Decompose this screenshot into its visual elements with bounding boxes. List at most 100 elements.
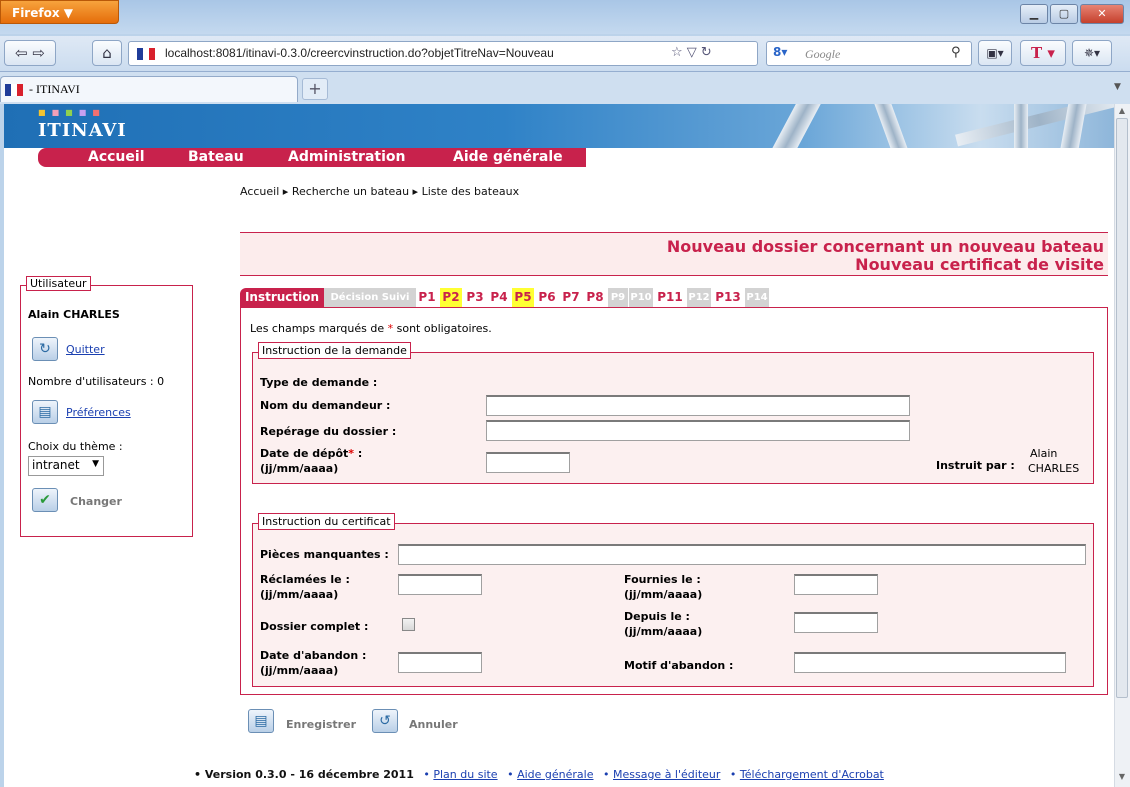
main-menu: Accueil Bateau Administration Aide génér… xyxy=(38,148,586,167)
menu-accueil[interactable]: Accueil xyxy=(88,149,145,165)
date-abandon-input[interactable] xyxy=(398,652,482,673)
tab-p4[interactable]: P4 xyxy=(488,288,510,307)
footer-link-message[interactable]: Message à l'éditeur xyxy=(613,768,720,781)
cancel-icon[interactable]: ↺ xyxy=(372,709,398,733)
motif-abandon-input[interactable] xyxy=(794,652,1066,673)
save-button[interactable]: Enregistrer xyxy=(286,718,356,731)
fournies-le-label: Fournies le : (jj/mm/aaaa) xyxy=(624,572,702,602)
tab-instruction[interactable]: Instruction xyxy=(240,288,324,307)
tab-p7[interactable]: P7 xyxy=(560,288,582,307)
window-titlebar xyxy=(0,0,1130,34)
footer-bullet: • xyxy=(423,768,430,781)
tab-p12[interactable]: P12 xyxy=(687,288,711,307)
depuis-le-input[interactable] xyxy=(794,612,878,633)
reperage-dossier-label: Repérage du dossier : xyxy=(260,425,397,438)
date-depot-input[interactable] xyxy=(486,452,570,473)
footer-bullet: • xyxy=(507,768,514,781)
tab-p1[interactable]: P1 xyxy=(416,288,438,307)
bookmarks-icon[interactable]: ▣▾ xyxy=(978,40,1012,66)
back-forward-icon[interactable]: ⇦ ⇨ xyxy=(4,40,56,66)
nom-demandeur-input[interactable] xyxy=(486,395,910,416)
dossier-complet-checkbox[interactable] xyxy=(402,618,415,631)
footer-bullet: • xyxy=(729,768,737,781)
tab-p11[interactable]: P11 xyxy=(655,288,685,307)
menu-bateau[interactable]: Bateau xyxy=(188,149,244,165)
browser-tab-itinavi[interactable]: - ITINAVI xyxy=(0,76,298,102)
tab-p9[interactable]: P9 xyxy=(608,288,628,307)
addon-t-icon[interactable]: T ▾ xyxy=(1020,40,1066,66)
quit-icon[interactable]: ↻ xyxy=(32,337,58,361)
required-star: * xyxy=(387,322,394,335)
banner-pipe-image xyxy=(955,104,1114,147)
motif-abandon-label: Motif d'abandon : xyxy=(624,659,734,672)
required-note-text: Les champs marqués de xyxy=(250,322,385,335)
cancel-button[interactable]: Annuler xyxy=(409,718,458,731)
preferences-link[interactable]: Préférences xyxy=(66,406,131,419)
breadcrumb-accueil[interactable]: Accueil xyxy=(240,185,279,198)
user-panel-legend: Utilisateur xyxy=(26,276,91,291)
tab-p14[interactable]: P14 xyxy=(745,288,769,307)
tab-p6[interactable]: P6 xyxy=(536,288,558,307)
required-fields-note: Les champs marqués de * sont obligatoire… xyxy=(250,322,492,335)
user-name: Alain CHARLES xyxy=(28,308,120,321)
new-tab-button[interactable]: + xyxy=(302,78,328,100)
page-subtitle: Nouveau certificat de visite xyxy=(855,255,1104,274)
page-content: ■■■■■ ITINAVI Accueil Bateau Administrat… xyxy=(4,104,1114,787)
required-note-text: sont obligatoires. xyxy=(396,322,492,335)
tab-p2[interactable]: P2 xyxy=(440,288,462,307)
minimize-icon[interactable]: ▁ xyxy=(1020,4,1048,24)
reclamees-le-input[interactable] xyxy=(398,574,482,595)
breadcrumb-recherche[interactable]: Recherche un bateau xyxy=(292,185,409,198)
depuis-le-text: Depuis le : xyxy=(624,610,690,623)
banner-pipe-image xyxy=(1014,104,1028,148)
tab-list-chevron-icon[interactable]: ▼ xyxy=(1114,82,1121,92)
menu-administration[interactable]: Administration xyxy=(288,149,405,165)
fieldset-demande-legend: Instruction de la demande xyxy=(258,342,411,359)
url-text[interactable]: localhost:8081/itinavi-0.3.0/creercvinst… xyxy=(165,46,554,60)
breadcrumb-liste[interactable]: Liste des bateaux xyxy=(422,185,520,198)
scroll-down-icon[interactable]: ▼ xyxy=(1116,772,1128,781)
change-theme-button[interactable]: Changer xyxy=(70,495,122,508)
quit-link[interactable]: Quitter xyxy=(66,343,105,356)
footer-link-aide[interactable]: Aide générale xyxy=(517,768,593,781)
footer-link-plan[interactable]: Plan du site xyxy=(433,768,497,781)
change-theme-icon[interactable]: ✔ xyxy=(32,488,58,512)
pieces-manquantes-input[interactable] xyxy=(398,544,1086,565)
date-format-hint: (jj/mm/aaaa) xyxy=(260,588,339,601)
tab-p5[interactable]: P5 xyxy=(512,288,534,307)
fournies-le-input[interactable] xyxy=(794,574,878,595)
menu-aide-generale[interactable]: Aide générale xyxy=(453,149,563,165)
site-logo[interactable]: ITINAVI xyxy=(38,120,127,141)
tab-p8[interactable]: P8 xyxy=(584,288,606,307)
reperage-dossier-input[interactable] xyxy=(486,420,910,441)
search-bar[interactable]: 8▾ Google ⚲ xyxy=(766,41,972,66)
reclamees-le-label: Réclamées le : (jj/mm/aaaa) xyxy=(260,572,350,602)
search-icon[interactable]: ⚲ xyxy=(951,45,961,60)
maximize-icon[interactable]: ▢ xyxy=(1050,4,1078,24)
date-depot-label-suffix: : xyxy=(354,447,363,460)
home-icon[interactable]: ⌂ xyxy=(92,40,122,66)
save-icon[interactable]: ▤ xyxy=(248,709,274,733)
theme-select[interactable]: intranet ▼ xyxy=(28,456,104,476)
addon-puzzle-icon[interactable]: ✵▾ xyxy=(1072,40,1112,66)
preferences-icon[interactable]: ▤ xyxy=(32,400,58,424)
url-bar[interactable]: localhost:8081/itinavi-0.3.0/creercvinst… xyxy=(128,41,758,66)
footer-bullet: • xyxy=(602,768,610,781)
tab-p13[interactable]: P13 xyxy=(713,288,743,307)
date-format-hint: (jj/mm/aaaa) xyxy=(260,664,339,677)
tab-decision-suivi[interactable]: Décision Suivi xyxy=(324,288,416,307)
french-flag-icon xyxy=(137,48,155,60)
close-window-icon[interactable]: ✕ xyxy=(1080,4,1124,24)
google-engine-icon[interactable]: 8▾ xyxy=(773,45,787,59)
scroll-thumb[interactable] xyxy=(1116,118,1128,698)
page-title-box: Nouveau dossier concernant un nouveau ba… xyxy=(240,232,1108,276)
date-format-hint: (jj/mm/aaaa) xyxy=(624,625,703,638)
theme-label: Choix du thème : xyxy=(28,440,123,453)
tab-p10[interactable]: P10 xyxy=(629,288,653,307)
tab-p3[interactable]: P3 xyxy=(464,288,486,307)
footer-link-acrobat[interactable]: Téléchargement d'Acrobat xyxy=(740,768,884,781)
bookmark-star-icon[interactable]: ☆ ▽ ↻ xyxy=(671,45,712,60)
breadcrumb-separator-icon: ▸ xyxy=(412,185,419,198)
scroll-up-icon[interactable]: ▲ xyxy=(1116,106,1128,115)
firefox-menu-button[interactable]: Firefox ▼ xyxy=(0,0,119,24)
